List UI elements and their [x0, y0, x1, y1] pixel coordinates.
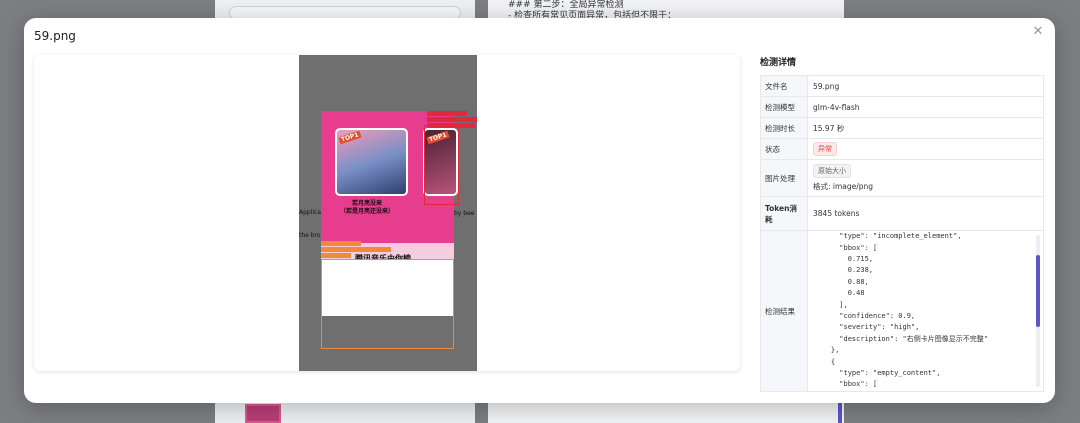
row-model: 检测模型 glm-4v-flash	[761, 97, 1043, 118]
background-scrollbar	[838, 402, 842, 423]
image-preview: TOP1 TOP1 若月亮没来 （若是月亮还没来） 腾讯音乐由你榜 Applic…	[34, 55, 740, 371]
row-filename: 文件名 59.png	[761, 76, 1043, 97]
result-json: "type": "incomplete_element", "bbox": [ …	[830, 232, 988, 389]
song-card-1: TOP1	[335, 128, 408, 196]
detection-tag	[427, 111, 467, 116]
detection-tag	[321, 247, 391, 252]
image-detail-modal: 59.png ✕ TOP1 TOP1 若月亮没来 （若是月亮还没来） 腾讯音乐由…	[24, 18, 1055, 403]
label: Token消耗	[761, 197, 808, 230]
value: 3845 tokens	[813, 209, 860, 218]
image-format: 格式: image/png	[813, 182, 874, 191]
value: 15.97 秒	[813, 123, 845, 133]
row-status: 状态 异常	[761, 139, 1043, 160]
close-icon[interactable]: ✕	[1031, 25, 1045, 39]
detection-tag	[321, 253, 351, 258]
detection-tag	[321, 241, 361, 246]
detection-box	[424, 125, 459, 205]
overlay-text: by bee	[454, 210, 475, 217]
row-token: Token消耗 3845 tokens	[761, 197, 1043, 231]
details-table: 文件名 59.png 检测模型 glm-4v-flash 检测时长 15.97 …	[760, 75, 1044, 392]
background-thumbnail	[245, 404, 281, 423]
row-duration: 检测时长 15.97 秒	[761, 118, 1043, 139]
screenshot-image: TOP1 TOP1 若月亮没来 （若是月亮还没来） 腾讯音乐由你榜	[299, 55, 477, 371]
row-result: 检测结果 "type": "incomplete_element", "bbox…	[761, 231, 1043, 391]
scroll-thumb[interactable]	[1036, 255, 1040, 327]
label: 检测模型	[761, 97, 808, 117]
size-badge: 原始大小	[813, 164, 851, 178]
top-badge: TOP1	[338, 130, 362, 145]
label: 检测时长	[761, 118, 808, 138]
result-code-box[interactable]: "type": "incomplete_element", "bbox": [ …	[808, 231, 1043, 391]
overlay-text: the bro	[299, 232, 321, 239]
modal-title: 59.png	[34, 29, 76, 43]
label: 图片处理	[761, 160, 808, 196]
details-title: 检测详情	[760, 58, 797, 68]
song-title: 若月亮没来 （若是月亮还没来）	[339, 200, 394, 215]
overlay-text: Applica	[299, 209, 322, 216]
label: 文件名	[761, 76, 808, 96]
label: 状态	[761, 139, 808, 159]
result-scrollbar[interactable]	[1036, 235, 1040, 387]
row-image-processing: 图片处理 原始大小 格式: image/png	[761, 160, 1043, 197]
detection-details: 检测详情 文件名 59.png 检测模型 glm-4v-flash 检测时长 1…	[760, 55, 1044, 392]
value: glm-4v-flash	[813, 102, 860, 112]
label: 检测结果	[761, 231, 808, 391]
value: 59.png	[813, 81, 840, 91]
detection-tag	[427, 117, 477, 122]
detection-tag	[427, 123, 475, 128]
status-badge: 异常	[813, 142, 837, 156]
detection-box	[321, 259, 454, 349]
